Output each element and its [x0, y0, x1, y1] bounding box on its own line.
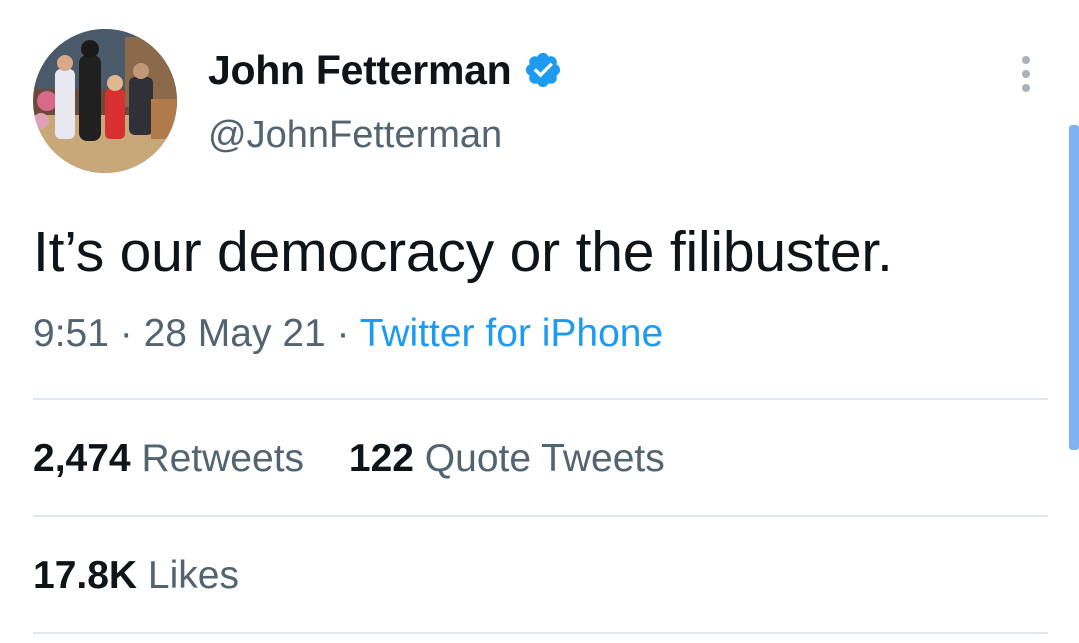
quote-tweets-stat[interactable]: 122 Quote Tweets	[349, 437, 665, 480]
divider	[33, 515, 1048, 517]
meta-separator: ·	[119, 312, 133, 355]
author-name-row[interactable]: John Fetterman	[208, 44, 563, 96]
author-handle[interactable]: @JohnFetterman	[208, 114, 502, 157]
avatar-photo	[33, 29, 177, 173]
likes-label: Likes	[147, 554, 239, 597]
retweets-count: 2,474	[33, 437, 131, 480]
retweets-label: Retweets	[141, 437, 305, 480]
avatar[interactable]	[33, 29, 177, 173]
meta-separator: ·	[336, 312, 350, 355]
likes-stat[interactable]: 17.8K Likes	[33, 554, 239, 597]
likes-stat-row: 17.8K Likes	[33, 554, 239, 598]
author-name[interactable]: John Fetterman	[208, 47, 512, 94]
quote-tweets-count: 122	[348, 437, 414, 480]
tweet-source-link[interactable]: Twitter for iPhone	[360, 312, 663, 355]
verified-badge-icon	[523, 50, 563, 90]
tweet-text: It’s our democracy or the filibuster.	[33, 220, 893, 284]
retweets-stat[interactable]: 2,474 Retweets	[33, 437, 315, 480]
scrollbar-thumb[interactable]	[1069, 125, 1079, 450]
tweet-time[interactable]: 9:51	[33, 312, 109, 355]
quote-tweets-label: Quote Tweets	[424, 437, 665, 480]
tweet-meta: 9:51 · 28 May 21 · Twitter for iPhone	[33, 312, 663, 356]
more-vertical-icon[interactable]	[1010, 50, 1042, 98]
likes-count: 17.8K	[33, 554, 138, 597]
divider	[33, 632, 1048, 634]
tweet-date[interactable]: 28 May 21	[144, 312, 326, 355]
tweet-detail-view: John Fetterman @JohnFetterman It’s our d…	[0, 0, 1079, 643]
engagement-stats: 2,474 Retweets 122 Quote Tweets	[33, 437, 665, 481]
divider	[33, 398, 1048, 400]
